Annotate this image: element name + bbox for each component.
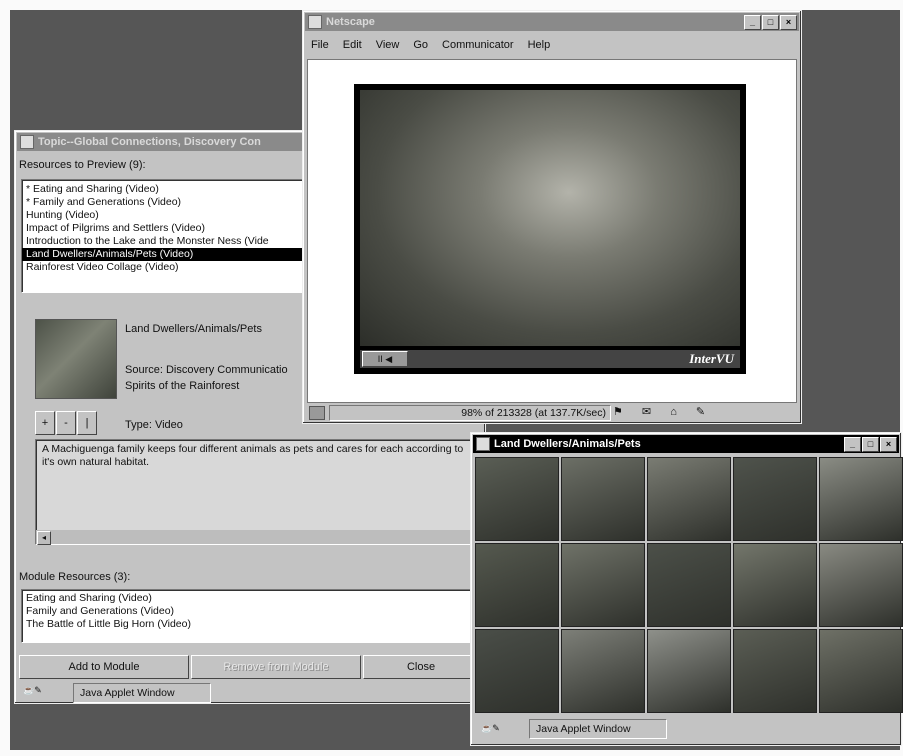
module-list-item[interactable]: The Battle of Little Big Horn (Video)	[22, 618, 472, 631]
video-player: II ◀ InterVU	[354, 84, 746, 374]
menu-go[interactable]: Go	[413, 39, 428, 51]
next-button[interactable]: +	[35, 411, 55, 435]
netscape-window: Netscape _ □ × File Edit View Go Communicato…	[302, 10, 802, 424]
detail-name: Land Dwellers/Animals/Pets	[125, 323, 262, 335]
netscape-menubar: File Edit View Go Communicator Help	[311, 39, 564, 51]
remove-from-module-button[interactable]: Remove from Module	[191, 655, 361, 679]
video-thumbnail[interactable]	[561, 543, 645, 627]
close-button[interactable]: Close	[363, 655, 479, 679]
security-lock-icon	[309, 406, 325, 420]
pause-rewind-button[interactable]: II ◀	[362, 351, 408, 367]
video-thumbnail[interactable]	[561, 629, 645, 713]
netscape-icon	[308, 15, 322, 29]
thumbnails-titlebar[interactable]: Land Dwellers/Animals/Pets _ □ ×	[473, 435, 899, 453]
topic-window-title: Topic--Global Connections, Discovery Con	[38, 136, 261, 148]
thumbnails-window: Land Dwellers/Animals/Pets _ □ × ☕✎ Java…	[470, 432, 903, 746]
applet-icon	[476, 437, 490, 451]
browser-viewport: II ◀ InterVU	[307, 59, 797, 403]
video-thumbnail[interactable]	[733, 457, 817, 541]
thumbs-minimize-button[interactable]: _	[844, 437, 861, 452]
minimize-button[interactable]: _	[744, 15, 761, 30]
netscape-titlebar[interactable]: Netscape _ □ ×	[305, 13, 799, 31]
java-applet-icon: ☕✎	[23, 685, 42, 695]
thumbs-close-button[interactable]: ×	[880, 437, 897, 452]
video-thumbnail[interactable]	[647, 543, 731, 627]
module-list-item[interactable]: Eating and Sharing (Video)	[22, 592, 472, 605]
add-to-module-button[interactable]: Add to Module	[19, 655, 189, 679]
preview-thumbnail	[35, 319, 117, 399]
component-bar: ⚑ ✉ ⌂ ✎	[613, 406, 714, 418]
video-thumbnail[interactable]	[647, 457, 731, 541]
maximize-button[interactable]: □	[762, 15, 779, 30]
topic-status: Java Applet Window	[73, 683, 211, 703]
menu-view[interactable]: View	[376, 39, 400, 51]
module-header: Module Resources (3):	[19, 571, 131, 583]
menu-help[interactable]: Help	[528, 39, 551, 51]
download-status: 98% of 213328 (at 137.7K/sec)	[329, 405, 611, 421]
module-list-item[interactable]: Family and Generations (Video)	[22, 605, 472, 618]
detail-series: Spirits of the Rainforest	[125, 380, 240, 392]
resources-header: Resources to Preview (9):	[19, 159, 146, 171]
app-icon	[20, 135, 34, 149]
detail-source: Source: Discovery Communicatio	[125, 364, 288, 376]
thumbs-maximize-button[interactable]: □	[862, 437, 879, 452]
horizontal-scrollbar[interactable]: ◂	[36, 530, 476, 545]
video-thumbnail[interactable]	[647, 629, 731, 713]
video-thumbnail[interactable]	[819, 457, 903, 541]
menu-edit[interactable]: Edit	[343, 39, 362, 51]
video-thumbnail[interactable]	[819, 629, 903, 713]
video-thumbnail[interactable]	[475, 457, 559, 541]
module-resources-list[interactable]: Eating and Sharing (Video) Family and Gen…	[21, 589, 473, 643]
video-thumbnail[interactable]	[561, 457, 645, 541]
video-thumbnail[interactable]	[819, 543, 903, 627]
netscape-title: Netscape	[326, 16, 375, 28]
thumbs-status: Java Applet Window	[529, 719, 667, 739]
menu-communicator[interactable]: Communicator	[442, 39, 514, 51]
close-window-button[interactable]: ×	[780, 15, 797, 30]
description-text: A Machiguenga family keeps four differen…	[42, 443, 464, 468]
player-brand: InterVU	[689, 351, 734, 366]
video-thumbnail[interactable]	[733, 543, 817, 627]
thumbnail-grid	[475, 457, 903, 713]
scroll-left-arrow[interactable]: ◂	[37, 531, 51, 545]
video-thumbnail[interactable]	[733, 629, 817, 713]
menu-file[interactable]: File	[311, 39, 329, 51]
video-thumbnail[interactable]	[475, 629, 559, 713]
thumbnails-title: Land Dwellers/Animals/Pets	[494, 438, 641, 450]
play-button[interactable]: |	[77, 411, 97, 435]
netscape-statusbar: 98% of 213328 (at 137.7K/sec) ⚑ ✉ ⌂ ✎	[307, 405, 795, 421]
detail-type: Type: Video	[125, 419, 183, 431]
video-frame	[360, 90, 740, 346]
player-control-bar: II ◀ InterVU	[360, 350, 740, 368]
previous-button[interactable]: -	[56, 411, 76, 435]
video-thumbnail[interactable]	[475, 543, 559, 627]
java-applet-icon: ☕✎	[481, 723, 500, 733]
description-box[interactable]: A Machiguenga family keeps four differen…	[35, 439, 477, 545]
